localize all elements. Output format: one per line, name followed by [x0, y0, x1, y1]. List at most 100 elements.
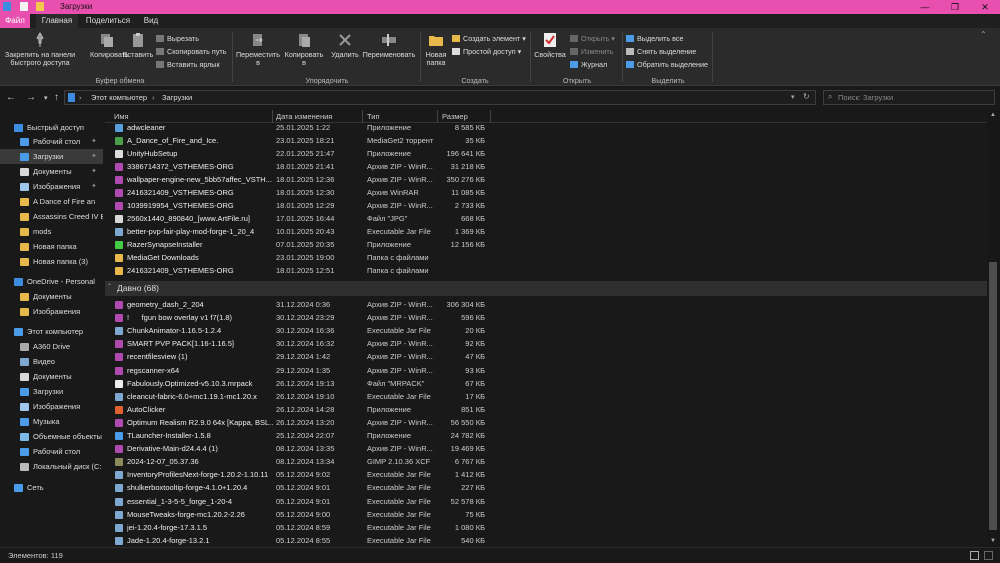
- tiles-view-icon[interactable]: [984, 551, 993, 560]
- file-row[interactable]: recentfilesview (1) 29.12.2024 1:42 Архив …: [105, 350, 987, 363]
- sidebar-item[interactable]: Рабочий стол: [0, 444, 103, 459]
- sidebar-item[interactable]: Сеть: [0, 480, 103, 495]
- group-header[interactable]: ⌃ Давно (68): [105, 281, 987, 296]
- new-folder-quick-icon[interactable]: [36, 2, 44, 11]
- column-date[interactable]: Дата изменения: [276, 112, 332, 121]
- sidebar-item[interactable]: Новая папка (3): [0, 254, 103, 269]
- scroll-up-icon[interactable]: ▲: [990, 112, 996, 118]
- rename-button[interactable]: Переименовать: [360, 30, 418, 59]
- file-row[interactable]: shulkerboxtooltip-forge-4.1.0+1.20.4 05.1…: [105, 481, 987, 494]
- sidebar-item[interactable]: Изображения ✦: [0, 179, 103, 194]
- edit-button[interactable]: Изменить: [570, 47, 613, 56]
- recent-chevron-icon[interactable]: ▾: [44, 94, 48, 102]
- file-row[interactable]: better-pvp-fair-play-mod-forge-1_20_4 10.…: [105, 225, 987, 238]
- sidebar-item[interactable]: Документы ✦: [0, 164, 103, 179]
- column-size[interactable]: Размер: [442, 112, 468, 121]
- paste-shortcut-button[interactable]: Вставить ярлык: [156, 60, 220, 69]
- vertical-scrollbar[interactable]: ▲ ▼: [987, 110, 1000, 547]
- file-row[interactable]: 2416321409_VSTHEMES-ORG 18.01.2025 12:51 П…: [105, 264, 987, 277]
- sidebar-item[interactable]: Локальный диск (C:: [0, 459, 103, 474]
- file-row[interactable]: 1039919954_VSTHEMES-ORG 18.01.2025 12:29 А…: [105, 199, 987, 212]
- file-row[interactable]: SMART PVP PACK[1.16-1.16.5] 30.12.2024 16…: [105, 337, 987, 350]
- sidebar-item[interactable]: Документы: [0, 369, 103, 384]
- history-button[interactable]: Журнал: [570, 60, 607, 69]
- sidebar-item[interactable]: Изображения: [0, 399, 103, 414]
- file-row[interactable]: regscanner-x64 29.12.2024 1:35 Архив ZIP -…: [105, 364, 987, 377]
- file-row[interactable]: TLauncher-Installer-1.5.8 25.12.2024 22:0…: [105, 429, 987, 442]
- file-row[interactable]: 2416321409_VSTHEMES-ORG 18.01.2025 12:30 А…: [105, 186, 987, 199]
- address-bar[interactable]: › Этот компьютер › Загрузки ▾ ↻: [64, 90, 816, 105]
- sidebar-item[interactable]: Assassins Creed IV Bl: [0, 209, 103, 224]
- sidebar-item[interactable]: Быстрый доступ: [0, 120, 103, 135]
- file-row[interactable]: adwcleaner 25.01.2025 1:22 Приложение 8 585…: [105, 121, 987, 134]
- pin-quick-access-button[interactable]: Закрепить на панели быстрого доступа: [2, 30, 78, 67]
- breadcrumb-downloads[interactable]: Загрузки: [162, 93, 192, 102]
- column-name[interactable]: Имя: [114, 112, 129, 121]
- tab-home[interactable]: Главная: [36, 14, 78, 28]
- easy-access-button[interactable]: Простой доступ ▾: [452, 47, 521, 56]
- sidebar-item[interactable]: A Dance of Fire an: [0, 194, 103, 209]
- paste-button[interactable]: Вставить: [122, 30, 154, 59]
- file-row[interactable]: MediaGet Downloads 23.01.2025 19:00 Папка …: [105, 251, 987, 264]
- copy-to-button[interactable]: Копировать в: [282, 30, 326, 67]
- move-to-button[interactable]: Переместить в: [236, 30, 280, 67]
- sidebar-item[interactable]: A360 Drive: [0, 339, 103, 354]
- search-input[interactable]: ⌕ Поиск: Загрузки: [823, 90, 995, 105]
- sidebar-item[interactable]: Загрузки ✦: [0, 149, 103, 164]
- properties-button[interactable]: Свойства: [532, 30, 568, 59]
- invert-selection-button[interactable]: Обратить выделение: [626, 60, 708, 69]
- sidebar-item[interactable]: Загрузки: [0, 384, 103, 399]
- scroll-down-icon[interactable]: ▼: [990, 538, 996, 544]
- sidebar-item[interactable]: Видео: [0, 354, 103, 369]
- file-row[interactable]: ChunkAnimator-1.16.5-1.2.4 30.12.2024 16:…: [105, 324, 987, 337]
- file-row[interactable]: InventoryProfilesNext-forge-1.20.2-1.10.…: [105, 468, 987, 481]
- file-row[interactable]: UnityHubSetup 22.01.2025 21:47 Приложение 1…: [105, 147, 987, 160]
- scrollbar-thumb[interactable]: [989, 262, 997, 530]
- sidebar-item[interactable]: Новая папка: [0, 239, 103, 254]
- cut-button[interactable]: Вырезать: [156, 34, 199, 43]
- forward-arrow-icon[interactable]: →: [26, 92, 36, 103]
- file-row[interactable]: Optimum Realism R2.9.0 64x [Kappa, BSL..…: [105, 416, 987, 429]
- file-row[interactable]: 2560x1440_890840_[www.ArtFile.ru] 17.01.2…: [105, 212, 987, 225]
- file-row[interactable]: RazerSynapseInstaller 07.01.2025 20:35 При…: [105, 238, 987, 251]
- close-button[interactable]: ✕: [970, 0, 1000, 14]
- address-dropdown-icon[interactable]: ▾: [791, 93, 795, 101]
- maximize-button[interactable]: ❐: [940, 0, 970, 14]
- file-row[interactable]: AutoClicker 26.12.2024 14:28 Приложение 851…: [105, 403, 987, 416]
- select-all-button[interactable]: Выделить все: [626, 34, 683, 43]
- copy-path-button[interactable]: Скопировать путь: [156, 47, 226, 56]
- column-type[interactable]: Тип: [367, 112, 380, 121]
- file-row[interactable]: jei-1.20.4-forge-17.3.1.5 05.12.2024 8:59…: [105, 521, 987, 534]
- sidebar-item[interactable]: Этот компьютер: [0, 324, 103, 339]
- file-row[interactable]: cleancut-fabric-6.0+mc1.19.1-mc1.20.x 26.…: [105, 390, 987, 403]
- collapse-group-icon[interactable]: ⌃: [107, 283, 112, 290]
- tab-view[interactable]: Вид: [138, 14, 164, 28]
- file-row[interactable]: 2024-12-07_05.37.36 08.12.2024 13:34 GIMP …: [105, 455, 987, 468]
- sidebar-item[interactable]: Объемные объекты: [0, 429, 103, 444]
- new-item-button[interactable]: Создать элемент ▾: [452, 34, 526, 43]
- file-row[interactable]: Fabulously.Optimized-v5.10.3.mrpack 26.12…: [105, 377, 987, 390]
- sidebar-item[interactable]: mods: [0, 224, 103, 239]
- file-row[interactable]: Derivative-Main-d24.4.4 (1) 08.12.2024 13…: [105, 442, 987, 455]
- delete-button[interactable]: Удалить: [328, 30, 362, 59]
- tab-file[interactable]: Файл: [0, 14, 30, 28]
- properties-quick-icon[interactable]: [20, 2, 28, 11]
- file-row[interactable]: Jade-1.20.4-forge-13.2.1 05.12.2024 8:55 E…: [105, 534, 987, 547]
- file-row[interactable]: essential_1-3-5-5_forge_1-20-4 05.12.2024…: [105, 495, 987, 508]
- file-row[interactable]: geometry_dash_2_204 31.12.2024 0:36 Архив …: [105, 298, 987, 311]
- back-arrow-icon[interactable]: ←: [6, 92, 16, 103]
- sidebar-item[interactable]: Музыка: [0, 414, 103, 429]
- sidebar-item[interactable]: Изображения: [0, 304, 103, 319]
- file-row[interactable]: wallpaper-engine-new_5bb57affec_VSTH... 1…: [105, 173, 987, 186]
- file-row[interactable]: ! fgun bow overlay v1 f7(1.8) 30.12.2024 …: [105, 311, 987, 324]
- breadcrumb-pc[interactable]: Этот компьютер: [91, 93, 147, 102]
- new-folder-button[interactable]: Новая папка: [422, 30, 450, 67]
- tab-share[interactable]: Поделиться: [82, 14, 134, 28]
- copy-button[interactable]: Копировать: [90, 30, 129, 59]
- sidebar-item[interactable]: OneDrive - Personal: [0, 274, 103, 289]
- file-row[interactable]: MouseTweaks-forge-mc1.20.2-2.26 05.12.202…: [105, 508, 987, 521]
- collapse-ribbon-icon[interactable]: ⌃: [980, 30, 987, 39]
- sidebar-item[interactable]: Документы: [0, 289, 103, 304]
- select-none-button[interactable]: Снять выделение: [626, 47, 696, 56]
- details-view-icon[interactable]: [970, 551, 979, 560]
